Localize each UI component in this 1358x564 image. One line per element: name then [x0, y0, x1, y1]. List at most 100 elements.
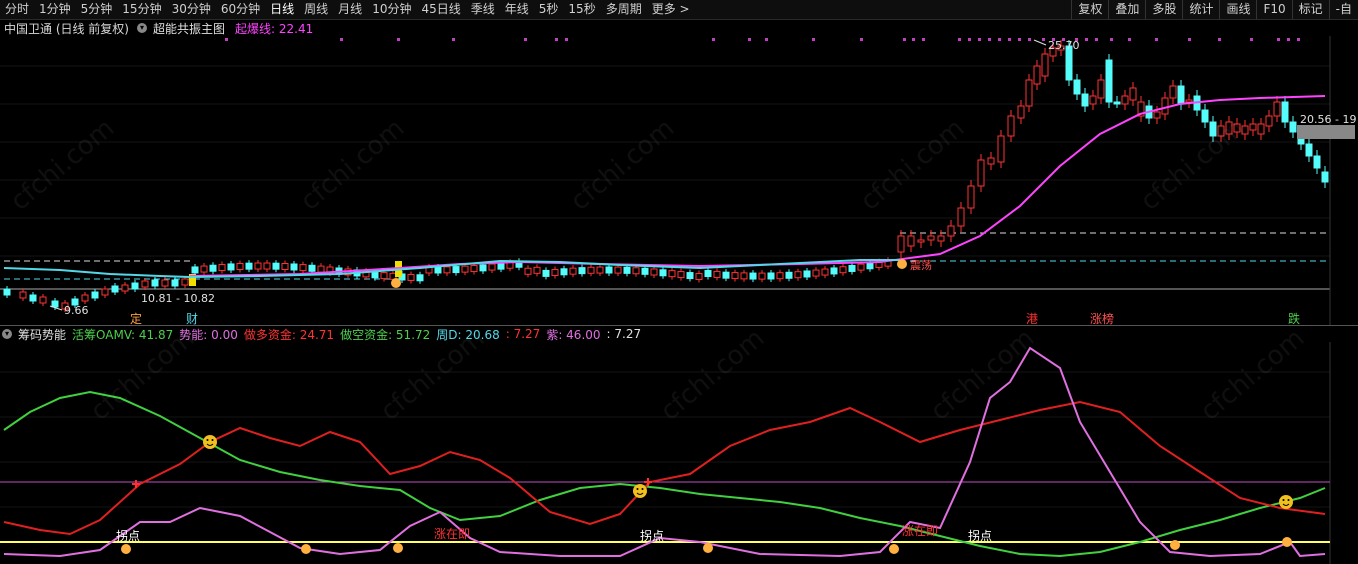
candle-body [1081, 93, 1089, 107]
candle-body [821, 268, 829, 276]
toolbar-button-1[interactable]: 叠加 [1108, 0, 1145, 19]
candle-body [141, 280, 149, 288]
candle-body [524, 267, 532, 275]
candle-body [263, 262, 271, 270]
period-tab-3[interactable]: 15分钟 [117, 0, 166, 19]
candle-body [1025, 79, 1033, 107]
chevron-down-icon[interactable]: ▾ [137, 23, 147, 33]
candle-body [839, 266, 847, 274]
period-tab-16[interactable]: 更多 > [647, 0, 695, 19]
candle-body [1129, 87, 1137, 101]
candle-body [191, 266, 199, 274]
candle-body [623, 266, 631, 274]
period-tab-10[interactable]: 45日线 [416, 0, 465, 19]
candle-body [1089, 95, 1097, 105]
period-tab-9[interactable]: 10分钟 [367, 0, 416, 19]
sub-grid [0, 342, 1331, 564]
guaidian-label-1: 拐点 [116, 528, 140, 543]
period-tabs: 分时 1分钟 5分钟 15分钟 30分钟 60分钟 日线 周线 月线 10分钟 45日线 季线 年线 5秒… [0, 0, 695, 19]
main-indicator-name[interactable]: 超能共振主图 [153, 20, 225, 37]
smiley-icon [203, 435, 217, 449]
candle-body [299, 264, 307, 272]
candle-body [533, 266, 541, 274]
candle-body [1105, 59, 1113, 103]
candle-body [1177, 85, 1185, 105]
chip-momentum-chart[interactable]: 拐点 拐点 拐点 涨在即 涨在即 [0, 342, 1358, 564]
cai-label: 财 [186, 312, 198, 326]
hand-icon [393, 543, 403, 553]
period-tab-6[interactable]: 日线 [265, 0, 299, 19]
period-tab-0[interactable]: 分时 [0, 0, 34, 19]
toolbar-button-6[interactable]: 标记 [1291, 0, 1329, 19]
period-tab-4[interactable]: 30分钟 [167, 0, 216, 19]
period-tab-15[interactable]: 多周期 [601, 0, 647, 19]
zhendang-label: 震荡 [910, 259, 932, 272]
candle-body [542, 269, 550, 277]
main-info-bar: 中国卫通 (日线 前复权) ▾ 超能共振主图 起爆线: 22.41 [0, 20, 319, 36]
candle-body [632, 267, 640, 275]
purple-value: 紫: 46.00 [546, 327, 601, 342]
candle-body [1281, 101, 1289, 123]
week-d-value: 周D: 20.68 [436, 327, 500, 342]
guaidian-label-2: 拐点 [640, 528, 664, 543]
toolbar-button-7[interactable]: -自 [1328, 0, 1358, 19]
candle-body [957, 207, 965, 227]
candle-body [677, 271, 685, 279]
sub-indicator-name[interactable]: 筹码势能 [18, 326, 66, 343]
period-tab-5[interactable]: 60分钟 [216, 0, 265, 19]
candle-body [848, 264, 856, 272]
candle-body [587, 266, 595, 274]
candle-body [1017, 105, 1025, 119]
candle-body [596, 266, 604, 274]
period-tab-1[interactable]: 1分钟 [34, 0, 76, 19]
toolbar-button-0[interactable]: 复权 [1071, 0, 1108, 19]
candle-body [659, 269, 667, 277]
candle-body [704, 269, 712, 277]
candle-body [254, 262, 262, 270]
ding-label: 定 [130, 311, 142, 326]
active-chip-value: 活筹OAMV: 41.87 [72, 327, 174, 342]
period-tab-12[interactable]: 年线 [500, 0, 534, 19]
hand-icon [1282, 537, 1292, 547]
candles [3, 40, 1329, 312]
candle-body [794, 271, 802, 279]
candle-body [758, 272, 766, 280]
period-tab-13[interactable]: 5秒 [534, 0, 564, 19]
long-fund-value: 做多资金: 24.71 [243, 327, 335, 342]
period-tab-11[interactable]: 季线 [466, 0, 500, 19]
candle-body [1313, 155, 1321, 169]
toolbar-button-4[interactable]: 画线 [1219, 0, 1256, 19]
candle-body [39, 296, 47, 304]
momentum-value: 势能: 0.00 [179, 327, 238, 342]
candle-body [1305, 143, 1313, 157]
period-toolbar: 分时 1分钟 5分钟 15分钟 30分钟 60分钟 日线 周线 月线 10分钟 45日线 季线 年线 5秒… [0, 0, 1358, 20]
price-tag-label: 20.56 - 19 [1300, 113, 1356, 126]
toolbar-button-5[interactable]: F10 [1256, 0, 1291, 19]
candle-body [668, 270, 676, 278]
period-tab-14[interactable]: 15秒 [563, 0, 600, 19]
candle-body [917, 239, 925, 243]
candle-body [1257, 123, 1265, 135]
candle-body [776, 272, 784, 280]
chevron-down-icon[interactable]: ▾ [2, 329, 12, 339]
guaidian-label-3: 拐点 [968, 528, 992, 543]
zhangbang-label: 涨榜 [1090, 311, 1114, 326]
candle-body [1233, 123, 1241, 133]
candle-body [3, 288, 11, 296]
period-tab-8[interactable]: 月线 [333, 0, 367, 19]
candlestick-chart[interactable]: 25.70 9.66 10.81 - 10.82 20.56 - 19 定 财 … [0, 36, 1358, 326]
price-tag-box [1297, 125, 1355, 139]
hand-icon [889, 544, 899, 554]
smiley-icon [1279, 495, 1293, 509]
period-tab-7[interactable]: 周线 [299, 0, 333, 19]
candle-body [111, 285, 119, 293]
candle-body [19, 291, 27, 299]
period-tab-2[interactable]: 5分钟 [76, 0, 118, 19]
candle-body [614, 266, 622, 274]
candle-body [812, 269, 820, 277]
candle-body [1041, 53, 1049, 77]
candle-body [281, 263, 289, 271]
toolbar-button-3[interactable]: 统计 [1182, 0, 1219, 19]
candle-body [200, 265, 208, 273]
toolbar-button-2[interactable]: 多股 [1145, 0, 1182, 19]
